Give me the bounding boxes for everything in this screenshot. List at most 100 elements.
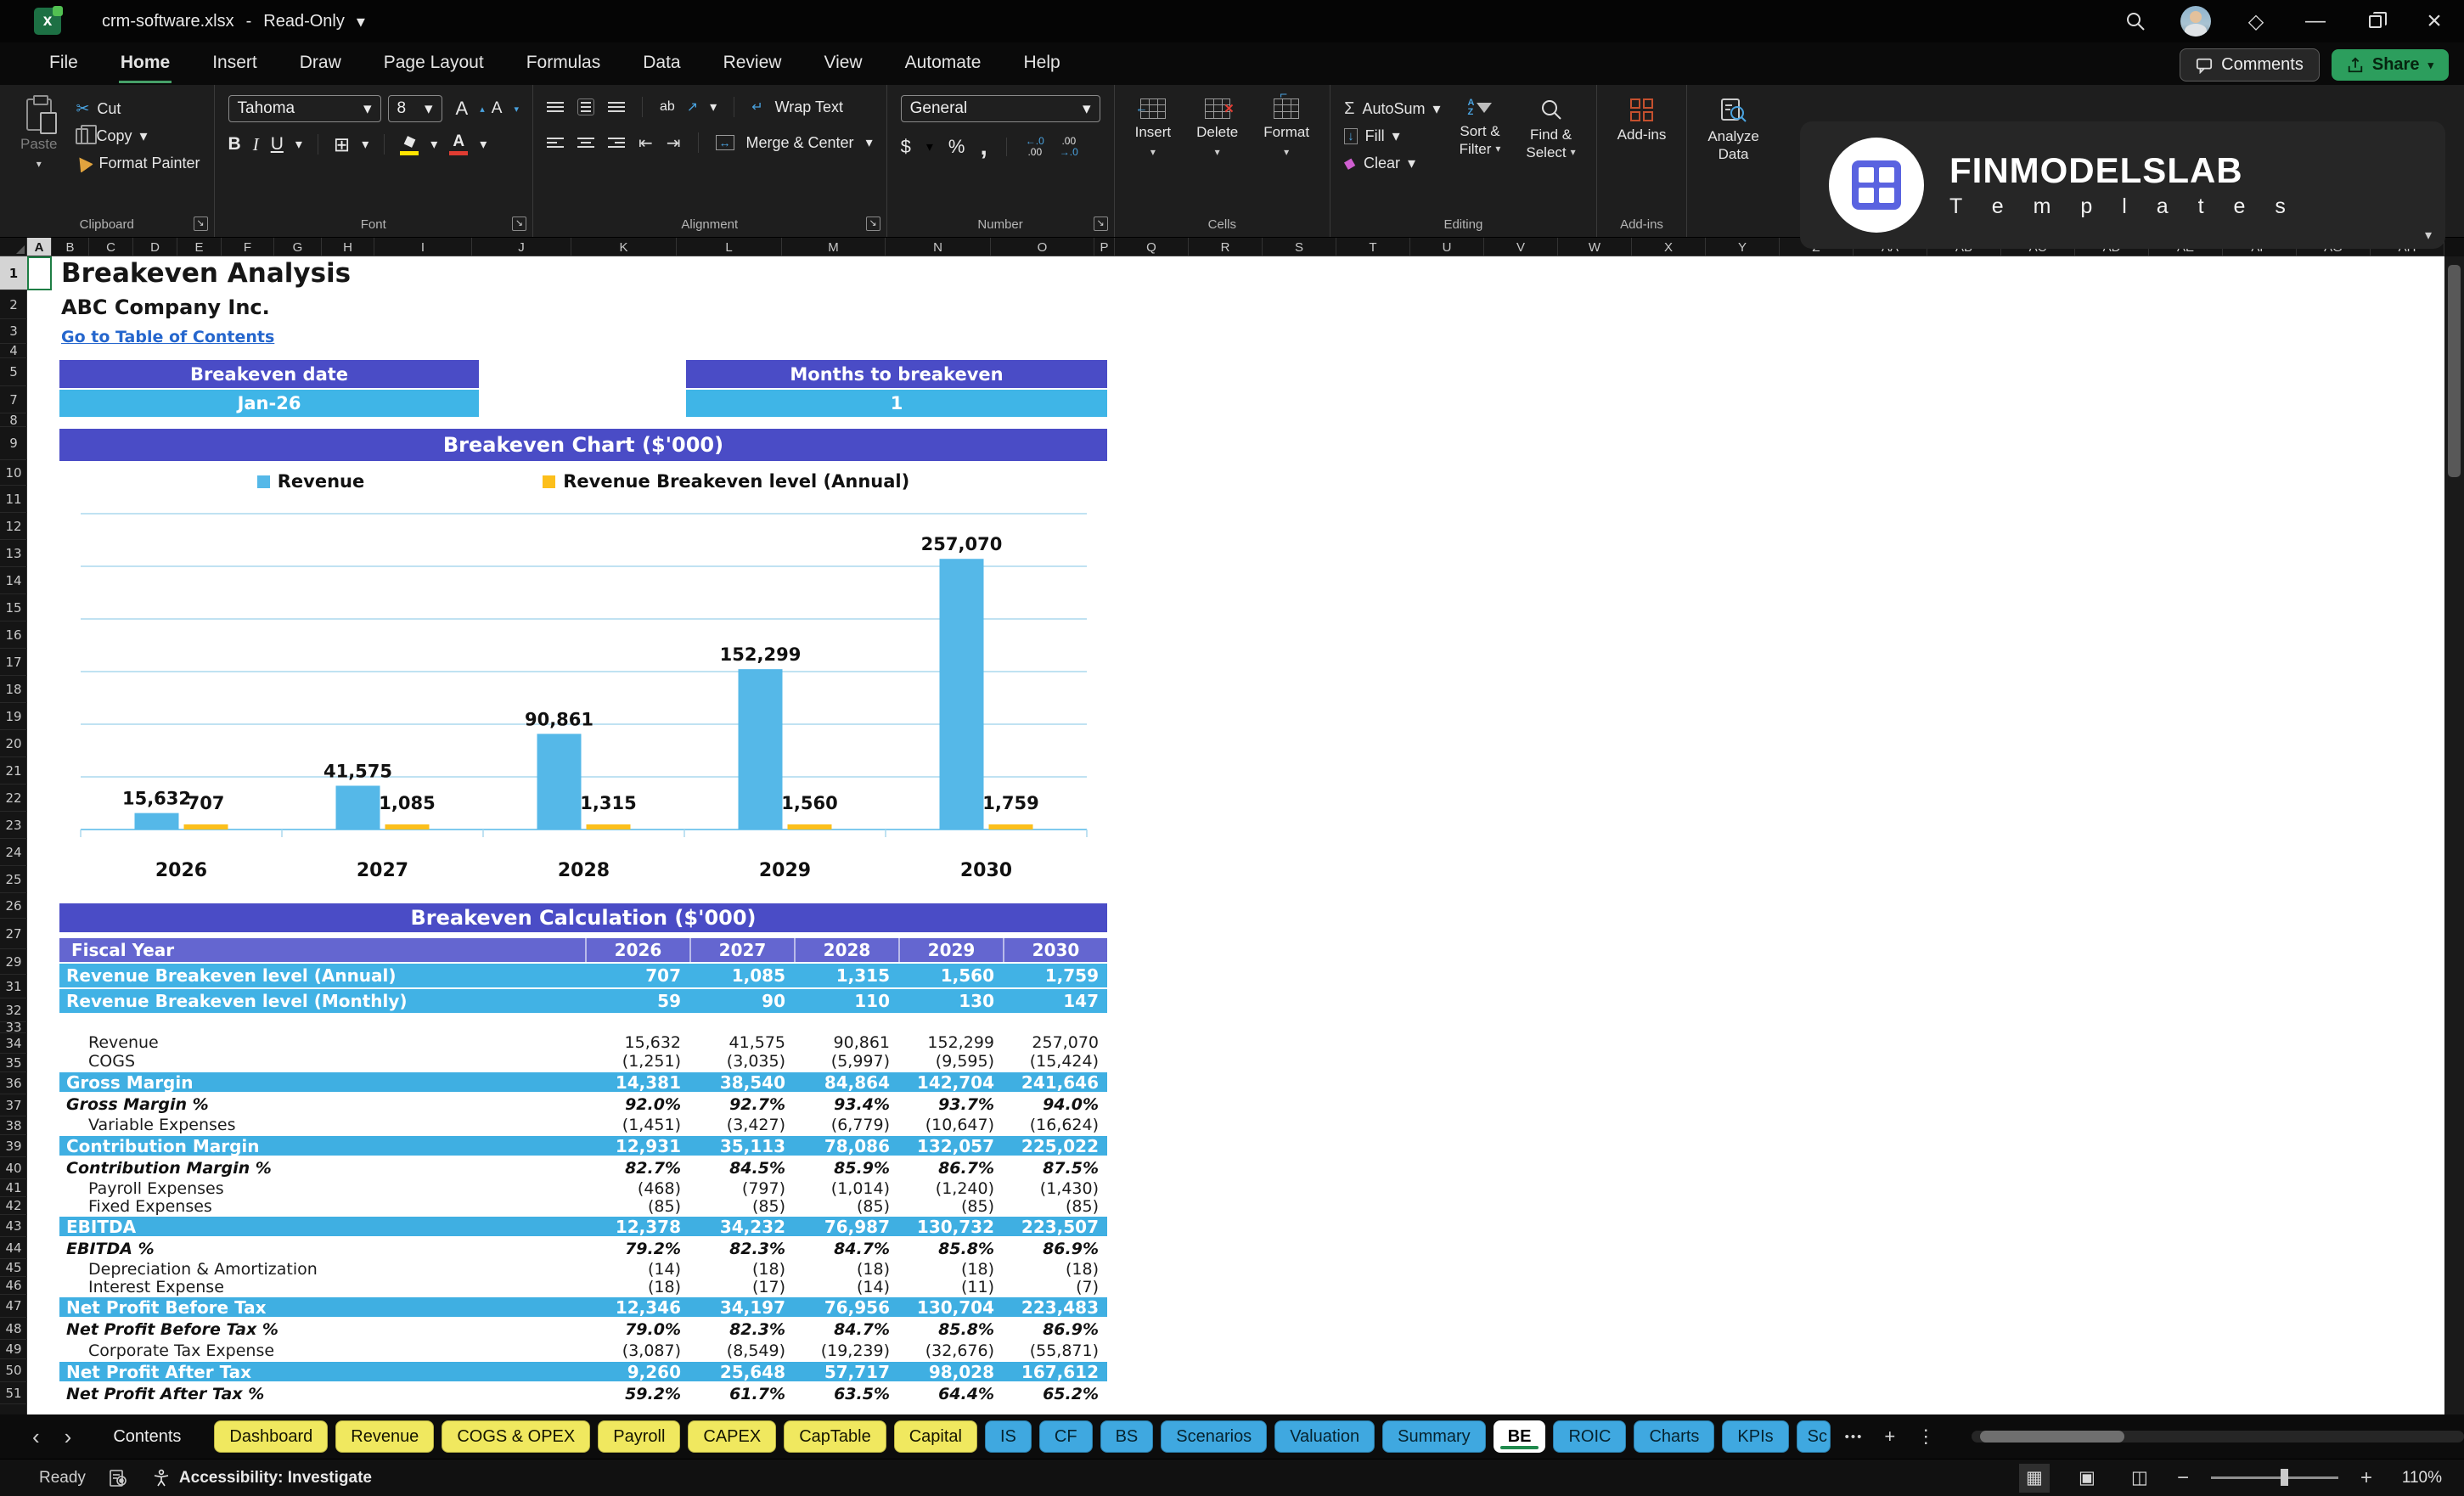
cell-2027[interactable]: 61.7%: [689, 1383, 794, 1405]
cell-2029[interactable]: (85): [898, 1197, 1003, 1216]
cell-2028[interactable]: 93.4%: [794, 1094, 898, 1116]
row-header-36[interactable]: 36: [0, 1072, 27, 1094]
zoom-out-button[interactable]: −: [2177, 1466, 2189, 1490]
cell-2030[interactable]: 225,022: [1003, 1136, 1107, 1156]
row-header-27[interactable]: 27: [0, 919, 27, 949]
readonly-badge[interactable]: Read-Only: [263, 12, 345, 31]
zoom-in-button[interactable]: +: [2360, 1466, 2372, 1490]
cell-2029[interactable]: 142,704: [898, 1072, 1003, 1093]
cell-2030[interactable]: (7): [1003, 1278, 1107, 1296]
underline-button[interactable]: U: [271, 134, 284, 155]
cell-2028[interactable]: (14): [794, 1278, 898, 1296]
cell-2027[interactable]: (85): [689, 1197, 794, 1216]
column-header-U[interactable]: U: [1410, 238, 1484, 256]
horizontal-scrollbar[interactable]: [1972, 1431, 2464, 1443]
sheet-tab-revenue[interactable]: Revenue: [335, 1420, 435, 1453]
clear-button[interactable]: ◆ Clear ▾: [1342, 149, 1440, 177]
cell-2027[interactable]: 1,085: [689, 964, 794, 987]
column-header-I[interactable]: I: [374, 238, 472, 256]
cell-2027[interactable]: (3,427): [689, 1116, 794, 1134]
row-header-23[interactable]: 23: [0, 812, 27, 839]
worksheet[interactable]: 1 2 3 4 5 7 8 9 10 11 12 13 14 15 16 17 18 19 20 21 22 23 24 25…: [0, 256, 2444, 1414]
cell-2026[interactable]: 14,381: [585, 1072, 689, 1093]
cell-2029[interactable]: (18): [898, 1260, 1003, 1279]
row-header-29[interactable]: 29: [0, 949, 27, 975]
cell-2026[interactable]: 59: [585, 989, 689, 1013]
cell-2028[interactable]: 57,717: [794, 1362, 898, 1382]
minimize-button[interactable]: —: [2286, 0, 2345, 42]
row-header-35[interactable]: 35: [0, 1054, 27, 1072]
menu-tab-formulas[interactable]: Formulas: [525, 45, 603, 83]
fill-color-button[interactable]: ◆: [400, 131, 419, 155]
cell-2029[interactable]: (32,676): [898, 1341, 1003, 1360]
row-header-42[interactable]: 42: [0, 1197, 27, 1215]
cell-2030[interactable]: (16,624): [1003, 1116, 1107, 1134]
align-center-button[interactable]: [577, 138, 594, 148]
cell-2027[interactable]: 34,232: [689, 1217, 794, 1237]
percent-style-button[interactable]: %: [948, 136, 965, 158]
increase-decimal-button[interactable]: ←.0.00: [1026, 135, 1044, 158]
row-header-12[interactable]: 12: [0, 513, 27, 540]
cell-2026[interactable]: 12,931: [585, 1136, 689, 1156]
cell-2026[interactable]: 15,632: [585, 1033, 689, 1052]
cell-2026[interactable]: 82.7%: [585, 1157, 689, 1179]
row-header-8[interactable]: 8: [0, 413, 27, 428]
row-header-22[interactable]: 22: [0, 785, 27, 812]
row-header-16[interactable]: 16: [0, 621, 27, 649]
row-header-24[interactable]: 24: [0, 839, 27, 866]
cell-2027[interactable]: (17): [689, 1278, 794, 1296]
cell-2028[interactable]: (18): [794, 1260, 898, 1279]
cell-2026[interactable]: (1,251): [585, 1052, 689, 1071]
wrap-text-button[interactable]: ↵ Wrap Text: [751, 98, 843, 116]
row-header-38[interactable]: 38: [0, 1116, 27, 1135]
column-header-L[interactable]: L: [677, 238, 782, 256]
row-header-19[interactable]: 19: [0, 703, 27, 730]
column-header-S[interactable]: S: [1263, 238, 1336, 256]
vertical-scrollbar-thumb[interactable]: [2448, 265, 2461, 477]
row-header-20[interactable]: 20: [0, 730, 27, 757]
fill-color-chevron-down-icon[interactable]: ▾: [430, 136, 437, 153]
sheet-tab-capex[interactable]: CAPEX: [688, 1420, 777, 1453]
cut-button[interactable]: ✂ Cut: [76, 95, 200, 122]
row-header-18[interactable]: 18: [0, 676, 27, 703]
cell-2026[interactable]: 707: [585, 964, 689, 987]
cell-2026[interactable]: 12,378: [585, 1217, 689, 1237]
font-color-chevron-down-icon[interactable]: ▾: [480, 136, 487, 153]
underline-chevron-down-icon[interactable]: ▾: [295, 136, 302, 153]
column-header-H[interactable]: H: [322, 238, 374, 256]
column-header-R[interactable]: R: [1189, 238, 1263, 256]
search-icon[interactable]: [2106, 0, 2165, 42]
row-header-7[interactable]: 7: [0, 386, 27, 413]
normal-view-button[interactable]: ▦: [2018, 1463, 2050, 1493]
row-header-5[interactable]: 5: [0, 358, 27, 386]
cell-2027[interactable]: 84.5%: [689, 1157, 794, 1179]
insert-cells-button[interactable]: ← Insert ▾: [1128, 95, 1179, 208]
font-dialog-launcher-icon[interactable]: ↘: [511, 217, 526, 231]
sheet-tab-roic[interactable]: ROIC: [1553, 1420, 1627, 1453]
row-header-39[interactable]: 39: [0, 1135, 27, 1157]
cell-2029[interactable]: 85.8%: [898, 1238, 1003, 1260]
alignment-dialog-launcher-icon[interactable]: ↘: [865, 217, 880, 231]
merge-center-button[interactable]: ↔ Merge & Center ▾: [715, 134, 873, 152]
sheet-tab-cf[interactable]: CF: [1038, 1420, 1093, 1453]
row-header-1[interactable]: 1: [0, 256, 27, 290]
menu-tab-help[interactable]: Help: [1021, 45, 1061, 83]
new-sheet-button[interactable]: +: [1877, 1426, 1902, 1448]
sheet-tab-contents[interactable]: Contents: [87, 1420, 206, 1453]
cell-2029[interactable]: 152,299: [898, 1033, 1003, 1052]
bold-button[interactable]: B: [228, 134, 241, 155]
row-header-40[interactable]: 40: [0, 1157, 27, 1179]
sheet-options-button[interactable]: ⋮: [1910, 1426, 1942, 1448]
cell-2027[interactable]: 25,648: [689, 1362, 794, 1382]
cell-2027[interactable]: (18): [689, 1260, 794, 1279]
macro-record-icon[interactable]: [110, 1469, 128, 1488]
row-header-43[interactable]: 43: [0, 1215, 27, 1237]
row-header-11[interactable]: 11: [0, 486, 27, 513]
cell-2027[interactable]: 90: [689, 989, 794, 1013]
cell-2029[interactable]: (9,595): [898, 1052, 1003, 1071]
column-header-P[interactable]: P: [1094, 238, 1115, 256]
sort-filter-button[interactable]: AZ Sort & Filter ▾: [1453, 95, 1508, 208]
cell-2027[interactable]: (3,035): [689, 1052, 794, 1071]
font-size-select[interactable]: 8 ▾: [387, 95, 442, 122]
cell-2028[interactable]: 84.7%: [794, 1238, 898, 1260]
